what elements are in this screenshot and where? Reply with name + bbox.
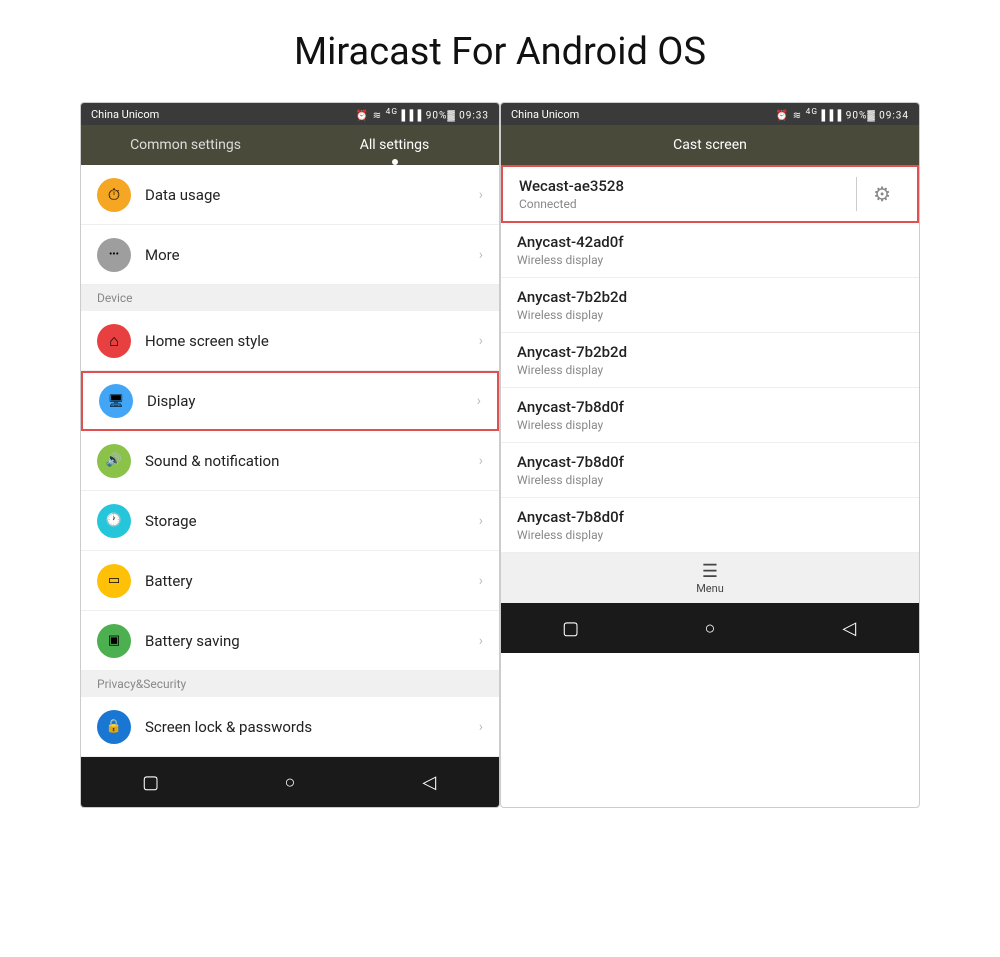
anycast-5-name: Anycast-7b8d0f [517,453,903,471]
anycast-6-status: Wireless display [517,528,903,542]
storage-label: Storage [145,512,479,530]
cast-screen-title: Cast screen [673,137,747,153]
settings-item-sound[interactable]: 🔊 Sound & notification › [81,431,499,491]
data-usage-icon: ⏱ [97,178,131,212]
more-icon: ••• [97,238,131,272]
home-screen-label: Home screen style [145,332,479,350]
sound-icon: 🔊 [97,444,131,478]
battery-saving-label: Battery saving [145,632,479,650]
home-screen-chevron: › [479,333,483,349]
settings-item-storage[interactable]: 🕐 Storage › [81,491,499,551]
battery-label: Battery [145,572,479,590]
tab-all-settings[interactable]: All settings [290,125,499,165]
cast-menu-button[interactable]: ☰ Menu [501,553,919,603]
storage-icon: 🕐 [97,504,131,538]
anycast-3-status: Wireless display [517,363,903,377]
menu-icon: ☰ [702,561,718,582]
data-usage-label: Data usage [145,186,479,204]
home-screen-icon: ⌂ [97,324,131,358]
cast-item-2[interactable]: Anycast-7b2b2d Wireless display [501,278,919,333]
settings-item-display[interactable]: 🖥 Display › [81,371,499,431]
wecast-status: Connected [519,197,850,211]
more-chevron: › [479,247,483,263]
menu-label: Menu [696,582,724,595]
settings-item-data-usage[interactable]: ⏱ Data usage › [81,165,499,225]
display-label: Display [147,392,477,410]
left-screen: China Unicom ⏰ ≋ 4G▐▐▐ 90%▓ 09:33 Common… [80,102,500,808]
cast-divider [856,177,857,211]
right-carrier: China Unicom [511,108,579,121]
display-icon: 🖥 [99,384,133,418]
sound-label: Sound & notification [145,452,479,470]
settings-item-screen-lock[interactable]: 🔒 Screen lock & passwords › [81,697,499,757]
left-bottom-nav: ▢ ○ ◁ [81,757,499,807]
anycast-4-status: Wireless display [517,418,903,432]
battery-saving-chevron: › [479,633,483,649]
left-status-bar: China Unicom ⏰ ≋ 4G▐▐▐ 90%▓ 09:33 [81,103,499,125]
right-nav-square[interactable]: ▢ [551,613,591,643]
anycast-4-name: Anycast-7b8d0f [517,398,903,416]
cast-item-connected-row: Wecast-ae3528 Connected ⚙ [519,177,901,211]
right-screen: China Unicom ⏰ ≋ 4G▐▐▐ 90%▓ 09:34 Cast s… [500,102,920,808]
settings-item-more[interactable]: ••• More › [81,225,499,285]
anycast-1-name: Anycast-42ad0f [517,233,903,251]
screen-lock-chevron: › [479,719,483,735]
tab-common-settings[interactable]: Common settings [81,125,290,165]
right-nav-back[interactable]: ◁ [829,613,869,643]
screen-lock-icon: 🔒 [97,710,131,744]
cast-item-6[interactable]: Anycast-7b8d0f Wireless display [501,498,919,553]
right-status-icons: ⏰ ≋ 4G▐▐▐ 90%▓ 09:34 [776,107,909,121]
display-chevron: › [477,393,481,409]
page-title: Miracast For Android OS [0,0,1000,102]
more-label: More [145,246,479,264]
cast-item-connected-info: Wecast-ae3528 Connected [519,177,850,211]
left-nav-square[interactable]: ▢ [131,767,171,797]
left-carrier: China Unicom [91,108,159,121]
cast-item-3[interactable]: Anycast-7b2b2d Wireless display [501,333,919,388]
cast-item-4[interactable]: Anycast-7b8d0f Wireless display [501,388,919,443]
anycast-1-status: Wireless display [517,253,903,267]
cast-screen-nav: Cast screen [501,125,919,165]
storage-chevron: › [479,513,483,529]
right-bottom-nav: ▢ ○ ◁ [501,603,919,653]
battery-icon: ▭ [97,564,131,598]
cast-item-connected[interactable]: Wecast-ae3528 Connected ⚙ [501,165,919,223]
left-nav-back[interactable]: ◁ [409,767,449,797]
data-usage-chevron: › [479,187,483,203]
privacy-section-header: Privacy&Security [81,671,499,697]
right-status-bar: China Unicom ⏰ ≋ 4G▐▐▐ 90%▓ 09:34 [501,103,919,125]
anycast-6-name: Anycast-7b8d0f [517,508,903,526]
settings-item-home-screen[interactable]: ⌂ Home screen style › [81,311,499,371]
left-nav-circle[interactable]: ○ [270,767,310,797]
battery-chevron: › [479,573,483,589]
cast-list: Wecast-ae3528 Connected ⚙ Anycast-42ad0f… [501,165,919,553]
screens-container: China Unicom ⏰ ≋ 4G▐▐▐ 90%▓ 09:33 Common… [0,102,1000,808]
left-nav-tabs: Common settings All settings [81,125,499,165]
screen-lock-label: Screen lock & passwords [145,718,479,736]
settings-item-battery[interactable]: ▭ Battery › [81,551,499,611]
sound-chevron: › [479,453,483,469]
anycast-2-name: Anycast-7b2b2d [517,288,903,306]
cast-item-1[interactable]: Anycast-42ad0f Wireless display [501,223,919,278]
device-section-header: Device [81,285,499,311]
gear-icon[interactable]: ⚙ [863,178,901,210]
wecast-name: Wecast-ae3528 [519,177,850,195]
right-nav-circle[interactable]: ○ [690,613,730,643]
anycast-5-status: Wireless display [517,473,903,487]
left-settings-list: ⏱ Data usage › ••• More › Device ⌂ Home … [81,165,499,757]
anycast-3-name: Anycast-7b2b2d [517,343,903,361]
left-status-icons: ⏰ ≋ 4G▐▐▐ 90%▓ 09:33 [356,107,489,121]
anycast-2-status: Wireless display [517,308,903,322]
settings-item-battery-saving[interactable]: ▣ Battery saving › [81,611,499,671]
battery-saving-icon: ▣ [97,624,131,658]
cast-item-5[interactable]: Anycast-7b8d0f Wireless display [501,443,919,498]
